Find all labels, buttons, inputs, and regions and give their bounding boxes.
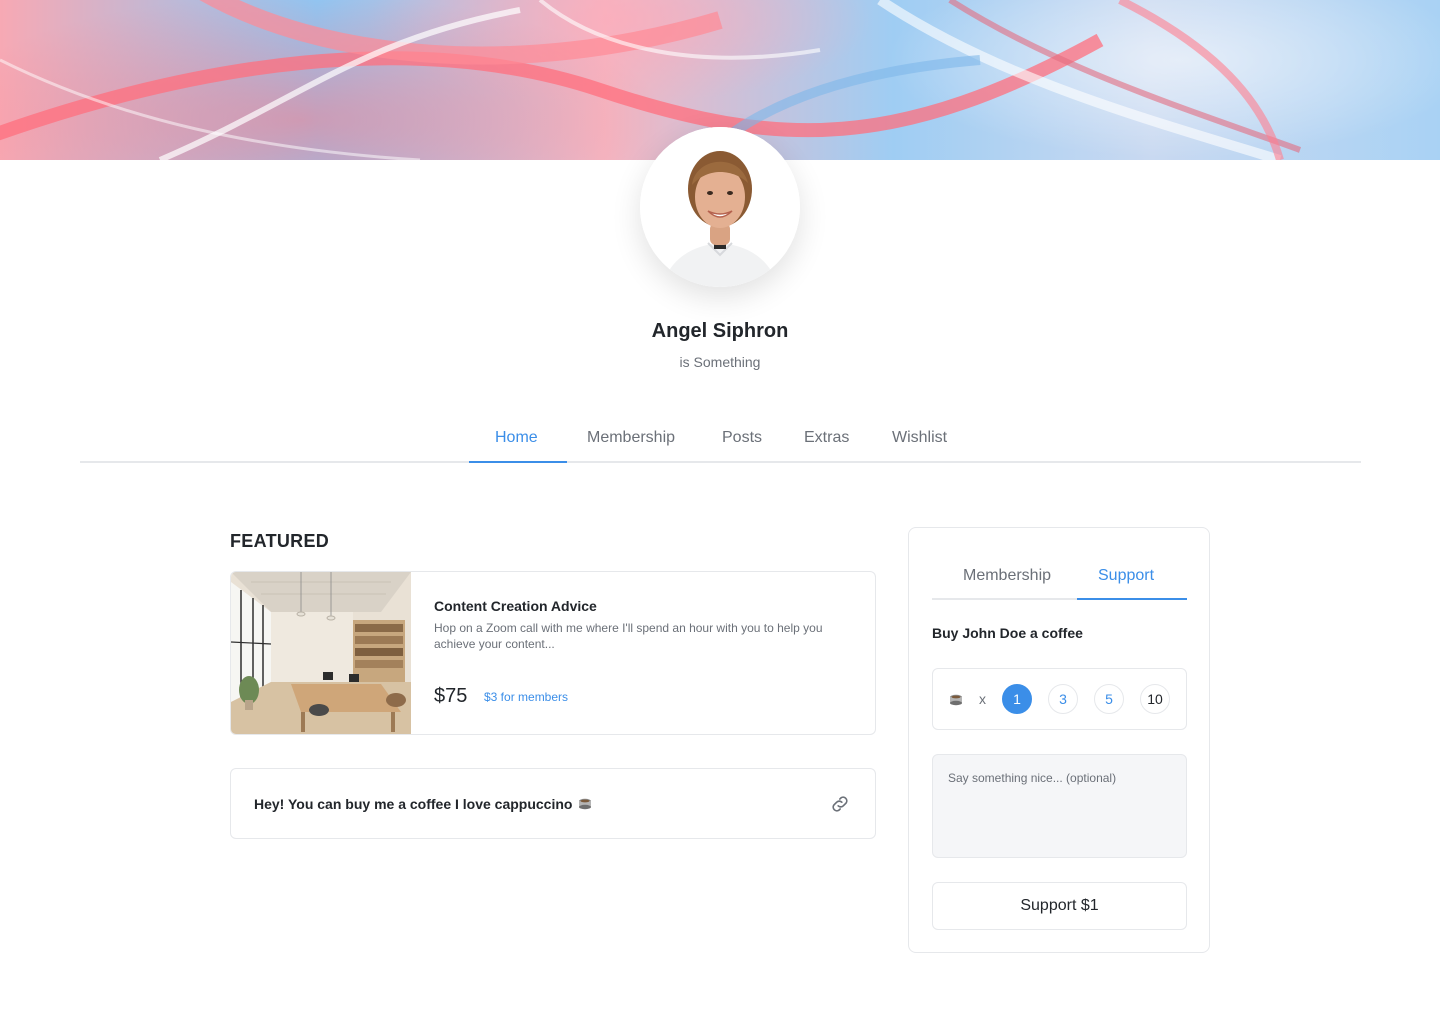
note-text-row: Hey! You can buy me a coffee I love capp… (254, 796, 592, 812)
office-image (231, 572, 411, 734)
card-price: $75 (434, 685, 468, 707)
multiplier-label: x (979, 691, 986, 707)
note-text: Hey! You can buy me a coffee I love capp… (254, 796, 573, 812)
quantity-option-3[interactable]: 3 (1048, 684, 1078, 714)
tab-extras[interactable]: Extras (804, 429, 849, 447)
tab-home[interactable]: Home (495, 429, 538, 447)
quantity-option-5[interactable]: 5 (1094, 684, 1124, 714)
profile-name: Angel Siphron (651, 320, 789, 342)
card-description: Hop on a Zoom call with me where I'll sp… (434, 621, 823, 651)
panel-tab-membership[interactable]: Membership (963, 567, 1051, 585)
card-title: Content Creation Advice (434, 598, 597, 614)
support-panel-tabs: Membership Support (932, 564, 1187, 600)
avatar-portrait (640, 127, 800, 287)
support-message-input[interactable] (932, 754, 1187, 858)
buy-coffee-label: Buy John Doe a coffee (932, 625, 1083, 641)
panel-tab-support[interactable]: Support (1098, 567, 1154, 585)
featured-heading: FEATURED (230, 531, 330, 551)
support-button[interactable]: Support $1 (932, 882, 1187, 930)
quantity-option-1[interactable]: 1 (1002, 684, 1032, 714)
profile-tagline: is Something (679, 354, 761, 370)
tab-wishlist[interactable]: Wishlist (892, 429, 947, 447)
coffee-cup-icon (950, 694, 962, 706)
coffee-cup-icon (579, 798, 592, 810)
support-panel: Membership Support Buy John Doe a coffee… (908, 527, 1210, 953)
profile-avatar (640, 127, 800, 287)
quantity-option-10[interactable]: 10 (1140, 684, 1170, 714)
member-price-link[interactable]: $3 for members (484, 690, 568, 704)
featured-card[interactable]: Content Creation Advice Hop on a Zoom ca… (230, 571, 876, 735)
active-tab-indicator (469, 461, 567, 463)
tab-posts[interactable]: Posts (722, 429, 762, 447)
profile-tabs: Home Membership Posts Extras Wishlist (80, 415, 1361, 463)
quantity-selector: x 1 3 5 10 (932, 668, 1187, 730)
link-icon[interactable] (829, 793, 851, 815)
coffee-note-card: Hey! You can buy me a coffee I love capp… (230, 768, 876, 839)
tab-membership[interactable]: Membership (587, 429, 675, 447)
panel-active-tab-indicator (1077, 598, 1187, 600)
